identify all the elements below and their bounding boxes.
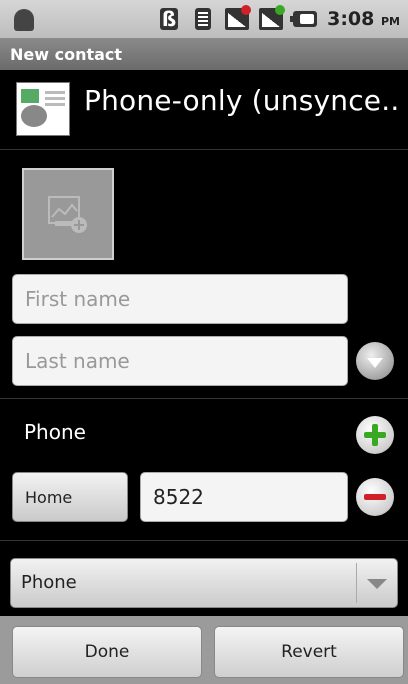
- add-phone-button[interactable]: [356, 416, 394, 454]
- page-title: New contact: [10, 44, 123, 64]
- divider: [0, 540, 408, 541]
- android-icon: [12, 7, 36, 31]
- status-clock: 3:08 PM: [327, 8, 400, 30]
- wifi-icon: [191, 7, 215, 31]
- phone-type-button[interactable]: Home: [12, 472, 128, 522]
- title-bar: New contact: [0, 38, 408, 70]
- done-button[interactable]: Done: [12, 626, 202, 678]
- minus-icon: [364, 494, 386, 500]
- expand-name-button[interactable]: [356, 342, 394, 380]
- status-left: [12, 7, 36, 31]
- chevron-down-icon: [367, 357, 383, 368]
- add-photo-icon: [48, 196, 87, 233]
- add-field-spinner[interactable]: Phone: [10, 558, 398, 608]
- status-bar: ß 3:08 PM: [0, 0, 408, 38]
- account-icon: [16, 82, 70, 136]
- last-name-input[interactable]: [12, 336, 348, 386]
- status-right: ß 3:08 PM: [157, 5, 400, 31]
- bluetooth-icon: ß: [160, 7, 179, 31]
- remove-phone-button[interactable]: [356, 478, 394, 516]
- signal-icon: [225, 5, 252, 31]
- phone-section-label: Phone: [24, 420, 86, 444]
- clock-time: 3:08: [327, 8, 375, 30]
- phone-type-label: Home: [25, 487, 73, 507]
- revert-button[interactable]: Revert: [214, 626, 404, 678]
- account-name: Phone-only (unsynce...: [84, 84, 400, 117]
- signal-icon: [259, 5, 286, 31]
- clock-ampm: PM: [380, 15, 400, 28]
- done-label: Done: [84, 642, 130, 662]
- plus-icon: [364, 424, 386, 446]
- spinner-separator: [356, 563, 357, 603]
- bottom-button-bar: Done Revert: [0, 616, 408, 684]
- chevron-down-icon: [367, 579, 387, 589]
- spinner-label: Phone: [21, 572, 77, 593]
- contact-photo-button[interactable]: [22, 168, 114, 260]
- account-header: Phone-only (unsynce...: [0, 70, 408, 150]
- first-name-input[interactable]: [12, 274, 348, 324]
- revert-label: Revert: [281, 642, 337, 662]
- battery-icon: [290, 7, 318, 31]
- phone-number-input[interactable]: [140, 472, 348, 522]
- divider: [0, 398, 408, 399]
